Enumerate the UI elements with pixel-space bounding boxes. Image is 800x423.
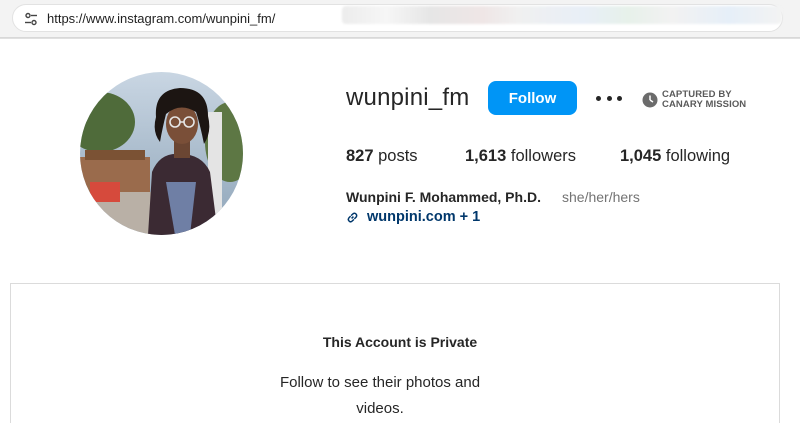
profile-full-name: Wunpini F. Mohammed, Ph.D. <box>346 189 541 205</box>
url-text[interactable]: https://www.instagram.com/wunpini_fm/ <box>47 11 275 26</box>
blurred-extension-icons <box>342 6 782 24</box>
following-label[interactable]: following <box>661 147 730 165</box>
browser-address-bar: https://www.instagram.com/wunpini_fm/ <box>0 0 800 38</box>
capture-line-2: CANARY MISSION <box>662 99 747 110</box>
followers-label[interactable]: followers <box>506 147 576 165</box>
clock-icon <box>642 92 658 108</box>
dot <box>596 95 601 101</box>
posts-count: 827 <box>346 147 374 165</box>
followers-stat[interactable]: 1,613 followers <box>465 147 576 166</box>
tune-icon[interactable] <box>23 11 39 27</box>
profile-pronouns: she/her/hers <box>562 189 640 205</box>
private-description: Follow to see their photos and videos. <box>279 374 481 417</box>
posts-label: posts <box>373 147 418 165</box>
link-icon <box>347 212 358 223</box>
profile-username: wunpini_fm <box>346 84 470 111</box>
following-stat[interactable]: 1,045 following <box>620 147 730 166</box>
more-options-icon[interactable] <box>594 90 624 106</box>
following-count[interactable]: 1,045 <box>620 147 661 165</box>
dot <box>606 95 612 101</box>
posts-stat: 827 posts <box>346 147 418 166</box>
dot <box>617 95 622 101</box>
avatar-photo <box>80 72 243 235</box>
link-text[interactable]: wunpini.com + 1 <box>367 209 480 225</box>
follow-button[interactable]: Follow <box>488 81 577 115</box>
followers-count[interactable]: 1,613 <box>465 147 506 165</box>
private-title: This Account is Private <box>322 334 478 350</box>
divider <box>0 38 800 39</box>
capture-text: CAPTURED BY CANARY MISSION <box>662 90 746 110</box>
profile-avatar[interactable] <box>80 72 243 235</box>
